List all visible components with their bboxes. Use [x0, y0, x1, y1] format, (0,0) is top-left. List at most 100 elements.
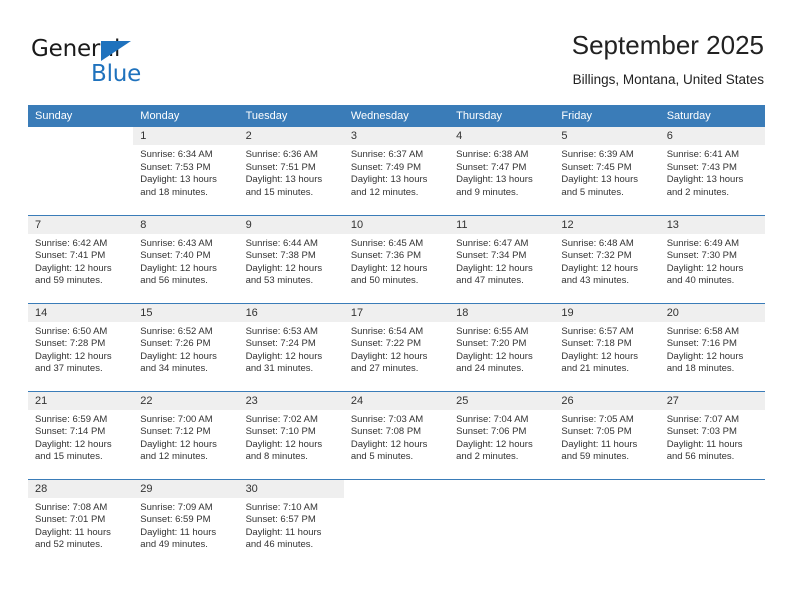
daylight-duration-cont: and 37 minutes. — [35, 363, 103, 375]
day-details: Sunrise: 6:36 AM Sunset: 7:51 PM Daylight:… — [239, 145, 344, 199]
day-number: 27 — [659, 391, 765, 410]
calendar-day-cell[interactable]: 27 Sunrise: 7:07 AM Sunset: 7:03 PM Dayligh… — [659, 390, 765, 479]
sunrise-time: Sunrise: 6:42 AM — [35, 237, 108, 249]
calendar-day-cell[interactable]: 7 Sunrise: 6:42 AM Sunset: 7:41 PM Daylight… — [28, 214, 134, 303]
sunrise-time: Sunrise: 7:03 AM — [350, 413, 424, 425]
weekday-header-thursday: Thursday — [449, 105, 555, 127]
page-header: General Blue September 2025 Billings, Mo… — [28, 28, 764, 98]
daylight-duration-cont: and 21 minutes. — [561, 363, 630, 375]
day-number: 18 — [449, 303, 555, 322]
calendar-day-cell[interactable]: 17 Sunrise: 6:54 AM Sunset: 7:22 PM Dayligh… — [343, 302, 450, 391]
calendar-day-cell[interactable]: 30 Sunrise: 7:10 AM Sunset: 6:57 PM Dayligh… — [238, 478, 344, 567]
calendar-day-cell[interactable]: 21 Sunrise: 6:59 AM Sunset: 7:14 PM Dayligh… — [28, 390, 134, 479]
day-details — [660, 498, 765, 502]
sunrise-time: Sunrise: 6:50 AM — [35, 325, 108, 337]
calendar-day-cell[interactable]: 20 Sunrise: 6:58 AM Sunset: 7:16 PM Dayligh… — [659, 302, 765, 391]
day-details: Sunrise: 7:09 AM Sunset: 6:59 PM Daylight:… — [133, 498, 238, 552]
daylight-duration: Daylight: 12 hours — [35, 350, 112, 362]
calendar-empty-cell — [554, 478, 660, 567]
day-details: Sunrise: 6:42 AM Sunset: 7:41 PM Daylight:… — [28, 234, 133, 288]
calendar-empty-cell — [343, 478, 450, 567]
calendar-day-cell[interactable]: 6 Sunrise: 6:41 AM Sunset: 7:43 PM Daylight… — [659, 127, 765, 215]
general-blue-logo[interactable]: General Blue — [31, 36, 161, 92]
sunset-time: Sunset: 7:53 PM — [140, 161, 211, 173]
page-subtitle: Billings, Montana, United States — [572, 72, 764, 87]
daylight-duration: Daylight: 12 hours — [456, 350, 533, 362]
day-number: 25 — [449, 391, 555, 410]
sunrise-time: Sunrise: 7:07 AM — [666, 413, 740, 425]
sunset-time: Sunset: 7:32 PM — [561, 250, 632, 262]
sunrise-time: Sunrise: 6:37 AM — [350, 149, 424, 160]
daylight-duration-cont: and 49 minutes. — [140, 539, 208, 551]
day-details: Sunrise: 6:52 AM Sunset: 7:26 PM Daylight:… — [133, 322, 238, 376]
day-number: 22 — [133, 391, 239, 410]
calendar-day-cell[interactable]: 25 Sunrise: 7:04 AM Sunset: 7:06 PM Dayligh… — [449, 390, 555, 479]
day-number — [28, 127, 134, 145]
calendar-day-cell[interactable]: 28 Sunrise: 7:08 AM Sunset: 7:01 PM Dayligh… — [28, 478, 134, 567]
calendar-day-cell[interactable]: 15 Sunrise: 6:52 AM Sunset: 7:26 PM Dayligh… — [133, 302, 239, 391]
sunrise-time: Sunrise: 7:04 AM — [456, 413, 529, 425]
daylight-duration: Daylight: 12 hours — [35, 262, 112, 274]
daylight-duration: Daylight: 12 hours — [35, 438, 112, 450]
daylight-duration-cont: and 27 minutes. — [350, 363, 419, 375]
daylight-duration-cont: and 53 minutes. — [245, 275, 314, 287]
daylight-duration-cont: and 46 minutes. — [245, 539, 314, 551]
daylight-duration: Daylight: 12 hours — [350, 350, 428, 362]
calendar-day-cell[interactable]: 4 Sunrise: 6:38 AM Sunset: 7:47 PM Daylight… — [449, 127, 555, 215]
sunrise-time: Sunrise: 6:54 AM — [350, 325, 424, 337]
day-details: Sunrise: 6:59 AM Sunset: 7:14 PM Daylight:… — [28, 410, 133, 464]
day-number: 16 — [238, 303, 344, 322]
calendar-day-cell[interactable]: 16 Sunrise: 6:53 AM Sunset: 7:24 PM Dayligh… — [238, 302, 344, 391]
calendar-day-cell[interactable]: 29 Sunrise: 7:09 AM Sunset: 6:59 PM Dayligh… — [133, 478, 239, 567]
sunset-time: Sunset: 7:22 PM — [350, 338, 422, 350]
calendar-day-cell[interactable]: 13 Sunrise: 6:49 AM Sunset: 7:30 PM Dayligh… — [659, 214, 765, 303]
daylight-duration-cont: and 56 minutes. — [140, 275, 208, 287]
day-number: 30 — [238, 479, 344, 498]
day-details — [344, 498, 449, 502]
weekday-header-monday: Monday — [133, 105, 239, 127]
calendar-day-cell[interactable]: 22 Sunrise: 7:00 AM Sunset: 7:12 PM Dayligh… — [133, 390, 239, 479]
daylight-duration: Daylight: 12 hours — [456, 262, 533, 274]
calendar-day-cell[interactable]: 3 Sunrise: 6:37 AM Sunset: 7:49 PM Daylight… — [343, 127, 450, 215]
daylight-duration: Daylight: 12 hours — [140, 350, 217, 362]
calendar-day-cell[interactable]: 1 Sunrise: 6:34 AM Sunset: 7:53 PM Daylight… — [133, 127, 239, 215]
sunset-time: Sunset: 7:49 PM — [350, 161, 422, 173]
day-details: Sunrise: 6:41 AM Sunset: 7:43 PM Daylight:… — [660, 145, 765, 199]
daylight-duration-cont: and 34 minutes. — [140, 363, 208, 375]
day-details: Sunrise: 7:03 AM Sunset: 7:08 PM Daylight:… — [344, 410, 449, 464]
calendar-day-cell[interactable]: 5 Sunrise: 6:39 AM Sunset: 7:45 PM Daylight… — [554, 127, 660, 215]
calendar-day-cell[interactable]: 18 Sunrise: 6:55 AM Sunset: 7:20 PM Dayligh… — [449, 302, 555, 391]
calendar-day-cell[interactable]: 8 Sunrise: 6:43 AM Sunset: 7:40 PM Daylight… — [133, 214, 239, 303]
daylight-duration-cont: and 24 minutes. — [456, 363, 524, 375]
day-number: 11 — [449, 215, 555, 234]
calendar-day-cell[interactable]: 2 Sunrise: 6:36 AM Sunset: 7:51 PM Daylight… — [238, 127, 344, 215]
daylight-duration-cont: and 15 minutes. — [35, 451, 103, 463]
daylight-duration: Daylight: 11 hours — [666, 438, 743, 450]
calendar-body: 1 Sunrise: 6:34 AM Sunset: 7:53 PM Daylight… — [28, 127, 765, 567]
day-details: Sunrise: 6:49 AM Sunset: 7:30 PM Daylight:… — [660, 234, 765, 288]
calendar-empty-cell — [659, 478, 765, 567]
calendar-day-cell[interactable]: 9 Sunrise: 6:44 AM Sunset: 7:38 PM Daylight… — [238, 214, 344, 303]
weekday-header-wednesday: Wednesday — [343, 105, 450, 127]
sunset-time: Sunset: 7:10 PM — [245, 426, 316, 438]
day-details: Sunrise: 6:44 AM Sunset: 7:38 PM Daylight:… — [239, 234, 344, 288]
daylight-duration-cont: and 59 minutes. — [561, 451, 630, 463]
calendar-day-cell[interactable]: 19 Sunrise: 6:57 AM Sunset: 7:18 PM Dayligh… — [554, 302, 660, 391]
sunset-time: Sunset: 6:57 PM — [245, 514, 316, 526]
calendar-day-cell[interactable]: 23 Sunrise: 7:02 AM Sunset: 7:10 PM Dayligh… — [238, 390, 344, 479]
sunset-time: Sunset: 7:26 PM — [140, 338, 211, 350]
calendar-header-row: Sunday Monday Tuesday Wednesday Thursday Frid… — [28, 105, 765, 127]
day-number: 6 — [659, 127, 765, 145]
calendar-day-cell[interactable]: 10 Sunrise: 6:45 AM Sunset: 7:36 PM Dayligh… — [343, 214, 450, 303]
calendar-day-cell[interactable]: 24 Sunrise: 7:03 AM Sunset: 7:08 PM Dayligh… — [343, 390, 450, 479]
daylight-duration: Daylight: 12 hours — [245, 262, 323, 274]
calendar-day-cell[interactable]: 11 Sunrise: 6:47 AM Sunset: 7:34 PM Dayligh… — [449, 214, 555, 303]
sunrise-time: Sunrise: 6:53 AM — [245, 325, 318, 337]
daylight-duration-cont: and 18 minutes. — [666, 363, 735, 375]
daylight-duration: Daylight: 12 hours — [350, 262, 428, 274]
daylight-duration-cont: and 50 minutes. — [350, 275, 419, 287]
calendar-day-cell[interactable]: 12 Sunrise: 6:48 AM Sunset: 7:32 PM Dayligh… — [554, 214, 660, 303]
calendar-day-cell[interactable]: 26 Sunrise: 7:05 AM Sunset: 7:05 PM Dayligh… — [554, 390, 660, 479]
calendar-day-cell[interactable]: 14 Sunrise: 6:50 AM Sunset: 7:28 PM Dayligh… — [28, 302, 134, 391]
weekday-header-friday: Friday — [554, 105, 660, 127]
